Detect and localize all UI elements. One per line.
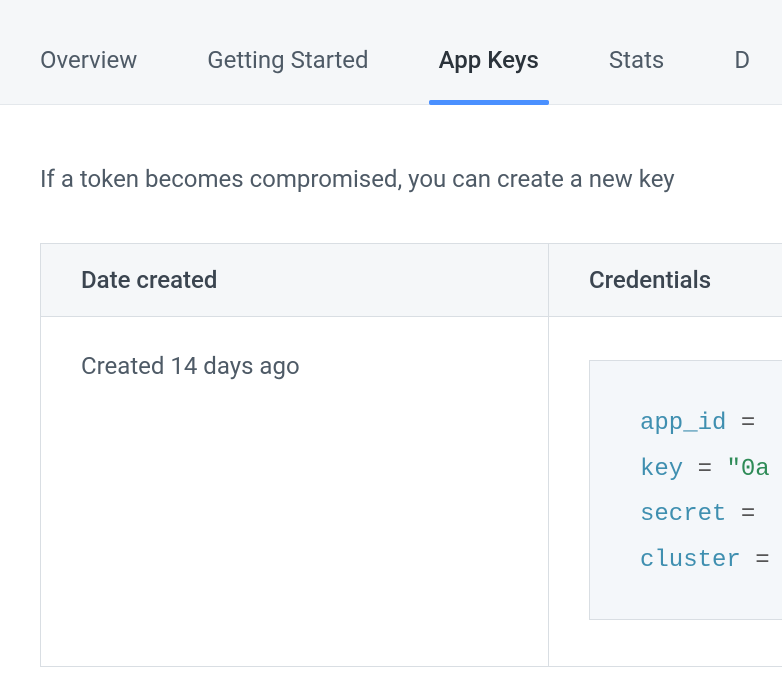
content-area: If a token becomes compromised, you can … — [0, 105, 782, 667]
cred-app-id-label: app_id — [640, 410, 726, 437]
tab-bar: Overview Getting Started App Keys Stats … — [0, 0, 782, 105]
cred-eq: = — [698, 456, 712, 483]
credentials-codebox: app_id = key = "0a secret = — [589, 360, 782, 620]
column-header-credentials: Credentials — [549, 244, 782, 317]
table-row: Created 14 days ago app_id = key = "0a — [41, 317, 782, 667]
column-header-date: Date created — [41, 244, 549, 317]
tab-app-keys[interactable]: App Keys — [439, 46, 539, 104]
tab-stats[interactable]: Stats — [609, 46, 664, 104]
intro-text: If a token becomes compromised, you can … — [40, 165, 742, 193]
tab-more[interactable]: D — [734, 46, 750, 104]
cred-secret-label: secret — [640, 501, 726, 528]
cred-key-value: "0a — [726, 456, 769, 483]
tab-getting-started[interactable]: Getting Started — [207, 46, 368, 104]
cred-eq: = — [741, 501, 755, 528]
cred-cluster-label: cluster — [640, 547, 741, 574]
cred-key-label: key — [640, 456, 683, 483]
tab-overview[interactable]: Overview — [40, 46, 137, 104]
date-created-cell: Created 14 days ago — [41, 317, 549, 667]
credentials-cell: app_id = key = "0a secret = — [549, 317, 782, 667]
cred-eq: = — [741, 410, 755, 437]
app-keys-table: Date created Credentials Created 14 days… — [40, 243, 782, 667]
cred-eq: = — [755, 547, 769, 574]
